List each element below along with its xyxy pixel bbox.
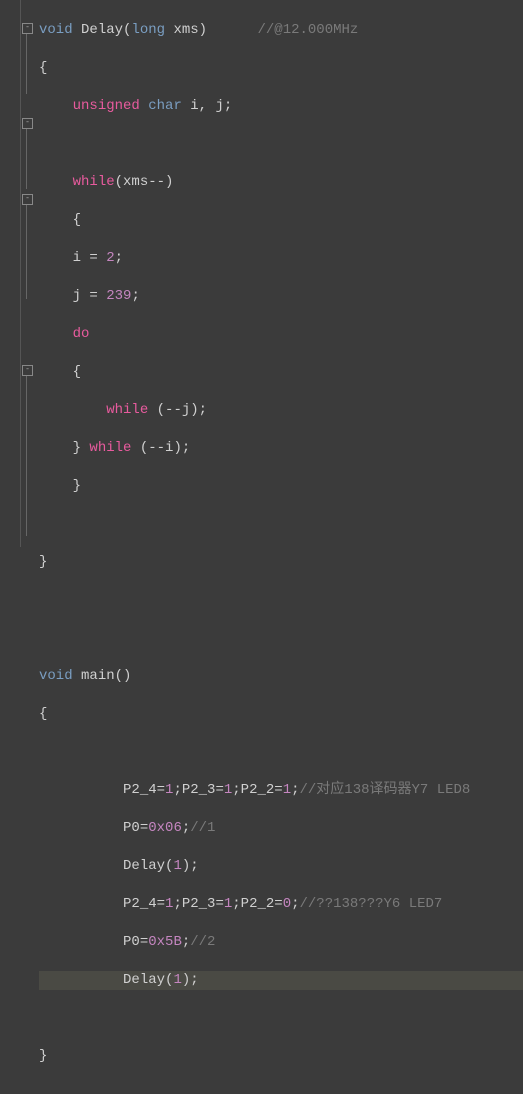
code-line[interactable] [39,743,523,762]
keyword-modifier: unsigned [73,98,140,114]
function-name: Delay [81,22,123,38]
keyword-flow: while [89,440,131,456]
code-line[interactable]: P0=0x5B;//2 [39,933,523,952]
code-line[interactable]: unsigned char i, j; [39,97,523,116]
comment: //??138???Y6 LED7 [300,896,443,912]
code-line[interactable]: while(xms--) [39,173,523,192]
gutter [0,0,21,547]
code-line[interactable]: while (--j); [39,401,523,420]
code-line[interactable]: } [39,1047,523,1066]
parens: () [115,668,132,684]
code-line[interactable]: { [39,363,523,382]
function-name: main [81,668,115,684]
code-line[interactable]: { [39,59,523,78]
fold-toggle-icon[interactable]: - [22,194,33,205]
fold-toggle-icon[interactable]: - [22,23,33,34]
keyword-do: do [73,326,90,342]
expr: (--i); [140,440,190,456]
comment: //对应138译码器Y7 LED8 [300,782,471,798]
fold-toggle-icon[interactable]: - [22,118,33,129]
code-line-current[interactable]: Delay(1); [39,971,523,990]
fold-column: - - - - [21,0,33,547]
keyword-type: void [39,668,73,684]
code-line[interactable]: void main() [39,667,523,686]
keyword-type: long [131,22,165,38]
keyword-flow: while [106,402,148,418]
code-line[interactable]: } [39,477,523,496]
expr: (--j); [157,402,207,418]
code-line[interactable] [39,1009,523,1028]
code-area[interactable]: void Delay(long xms) //@12.000MHz { unsi… [33,0,523,547]
keyword-flow: while [73,174,115,190]
code-line[interactable] [39,515,523,534]
expr: (xms--) [115,174,174,190]
code-line[interactable]: void Delay(long xms) //@12.000MHz [39,21,523,40]
number-literal: 2 [106,250,114,266]
code-line[interactable]: P0=0x06;//1 [39,819,523,838]
comment: //1 [190,820,215,836]
code-editor[interactable]: - - - - void Delay(long xms) //@12.000MH… [0,0,523,547]
code-line[interactable]: Delay(1); [39,857,523,876]
variable-decl: i, j; [190,98,232,114]
code-line[interactable]: i = 2; [39,249,523,268]
code-line[interactable] [39,629,523,648]
param-name: xms [173,22,198,38]
comment: //2 [190,934,215,950]
code-line[interactable]: { [39,211,523,230]
comment: //@12.000MHz [258,22,359,38]
number-literal: 239 [106,288,131,304]
code-line[interactable]: P2_4=1;P2_3=1;P2_2=1;//对应138译码器Y7 LED8 [39,781,523,800]
code-line[interactable] [39,591,523,610]
fold-toggle-icon[interactable]: - [22,365,33,376]
code-line[interactable]: } while (--i); [39,439,523,458]
code-line[interactable]: } [39,553,523,572]
code-line[interactable]: do [39,325,523,344]
keyword-type: char [148,98,182,114]
code-line[interactable]: { [39,705,523,724]
code-line[interactable]: j = 239; [39,287,523,306]
code-line[interactable] [39,135,523,154]
code-line[interactable]: P2_4=1;P2_3=1;P2_2=0;//??138???Y6 LED7 [39,895,523,914]
keyword-type: void [39,22,73,38]
